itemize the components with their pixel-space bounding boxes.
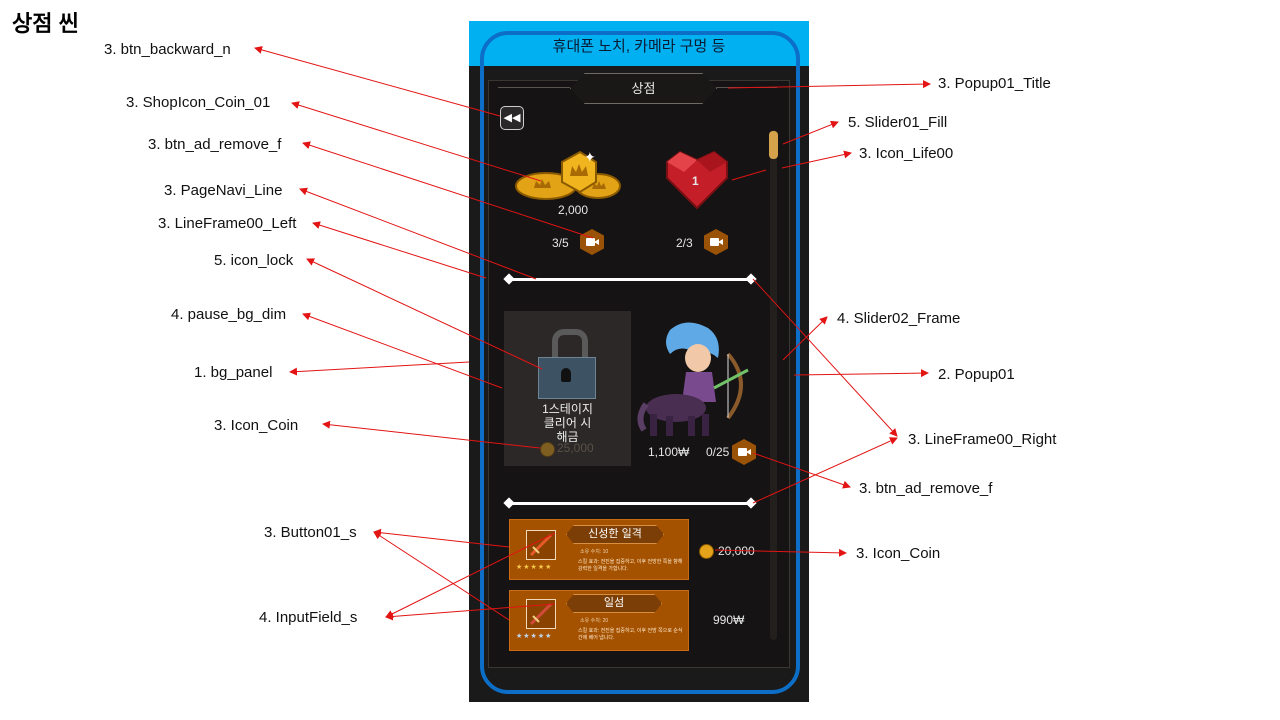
callout-icon-coin-right: 3. Icon_Coin [856,545,941,562]
item-1-sub: 소유 수치: 10 [580,549,609,555]
callout-icon-lock: 5. icon_lock [214,252,294,269]
title-line-left [498,87,570,88]
callout-lineframe-left: 3. LineFrame00_Left [158,215,297,232]
item-2-stars: ★★★★★ [516,633,553,640]
callout-button01-s: 3. Button01_s [264,524,357,541]
life-ad-count: 2/3 [676,236,693,250]
callout-slider02-frame: 4. Slider02_Frame [837,310,961,327]
callout-slider01-fill: 5. Slider01_Fill [848,114,948,131]
item-1-sword-icon [526,530,556,560]
callout-inputfield-s: 4. InputField_s [259,609,358,626]
item-1-desc: 스킬 효과: 전진을 집중하고, 이후 전방한 쪽을 향해 강력한 일격을 가합… [578,559,683,572]
callout-btn-backward: 3. btn_backward_n [104,41,231,58]
popup-title: 상점 [570,73,717,104]
callout-pagenavi-line: 3. PageNavi_Line [164,182,283,199]
callout-bg-panel: 1. bg_panel [194,364,273,381]
callout-btn-ad-remove: 3. btn_ad_remove_f [148,136,282,153]
item-1-price: 20,000 [718,544,755,558]
callout-icon-life: 3. Icon_Life00 [859,145,954,162]
double-chevron-left-icon: ◀◀ [503,112,521,124]
centaur-archer-icon [637,322,749,436]
item-2-name: 일섬 [566,594,662,613]
item-1-stars: ★★★★★ [516,564,553,571]
item-2-sub: 소유 수치: 20 [580,618,609,624]
callout-popup01-title: 3. Popup01_Title [938,75,1051,92]
callout-lineframe-right: 3. LineFrame00_Right [908,431,1057,448]
line-frame-bottom [510,502,752,505]
character-ad-count: 0/25 [706,445,730,459]
coin-pile-icon: ✦ [515,150,621,200]
item-2-sword-icon [526,599,556,629]
locked-price: 25,000 [557,441,594,455]
callout-icon-coin-left: 3. Icon_Coin [214,417,299,434]
life-value: 1 [692,174,699,188]
page-title: 상점 씬 [12,11,79,36]
lock-text: 1스테이지 클리어 시 해금 [542,402,593,444]
character-price: 1,100₩ [648,445,690,459]
page-navi-line [510,278,752,281]
svg-text:✦: ✦ [584,150,596,166]
back-button[interactable]: ◀◀ [500,106,524,130]
callout-popup01: 2. Popup01 [938,366,1015,383]
coin-icon [540,442,555,457]
slider-frame[interactable] [770,130,777,640]
item-2-desc: 스킬 효과: 전진을 집중하고, 이후 전방 쪽으로 순식간에 베어 냅니다. [578,628,683,641]
item-1-coin-icon [699,544,714,559]
coin-ad-count: 3/5 [552,236,569,250]
notch-label: 휴대폰 노치, 카메라 구멍 등 [552,38,726,55]
callout-pause-bg-dim: 4. pause_bg_dim [171,306,287,323]
lock-keyhole [561,368,571,382]
item-1-name: 신성한 일격 [566,525,664,544]
slider-fill[interactable] [769,131,778,159]
coin-amount: 2,000 [558,203,589,217]
callout-btn-ad-remove-right: 3. btn_ad_remove_f [859,480,993,497]
item-2-price: 990₩ [713,613,745,627]
callout-shopicon-coin: 3. ShopIcon_Coin_01 [126,94,271,111]
title-line-right [715,87,777,88]
